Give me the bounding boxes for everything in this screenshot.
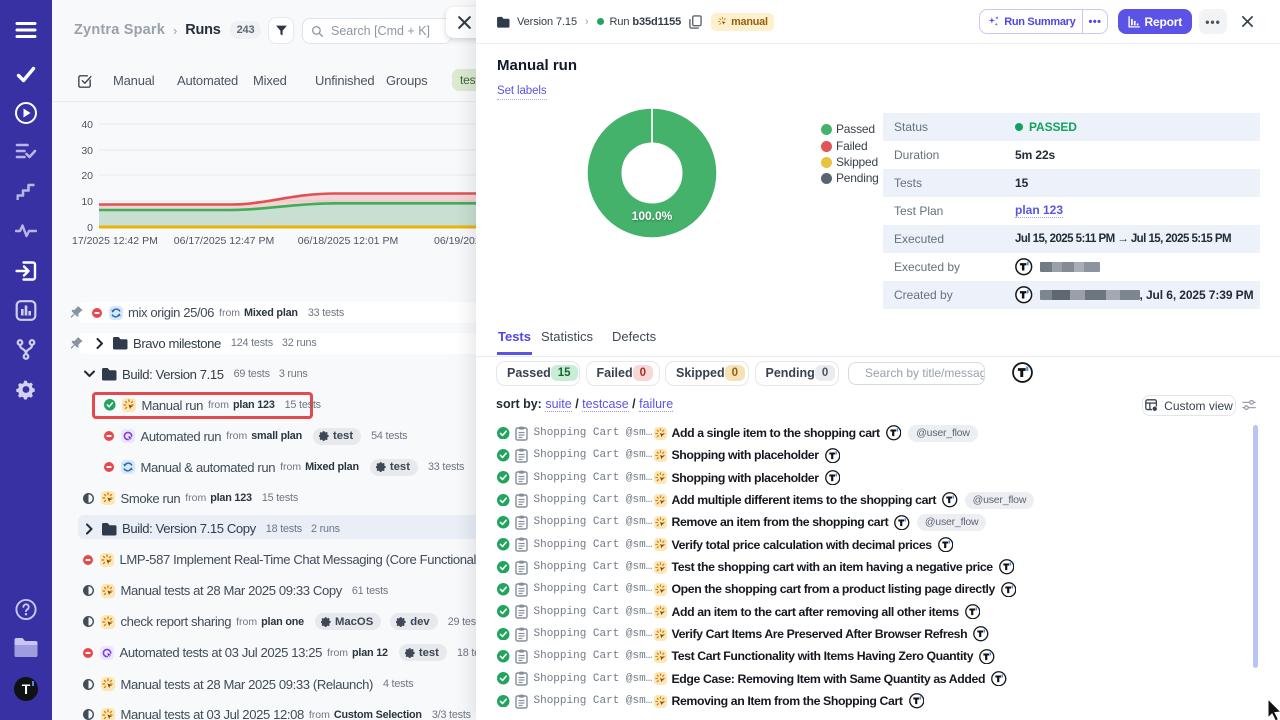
svg-text:06/17/2025 12:47 PM: 06/17/2025 12:47 PM — [174, 235, 274, 247]
svg-text:30: 30 — [81, 145, 93, 157]
svg-text:10: 10 — [81, 196, 93, 208]
svg-text:100.0%: 100.0% — [632, 209, 673, 223]
svg-text:06/18/2025 12:01 PM: 06/18/2025 12:01 PM — [298, 235, 398, 247]
svg-text:06/19/2025: 06/19/2025 — [434, 235, 476, 247]
svg-text:17/2025 12:42 PM: 17/2025 12:42 PM — [72, 235, 158, 247]
svg-text:20: 20 — [81, 170, 93, 182]
svg-text:40: 40 — [81, 119, 93, 131]
svg-text:0: 0 — [87, 222, 93, 234]
